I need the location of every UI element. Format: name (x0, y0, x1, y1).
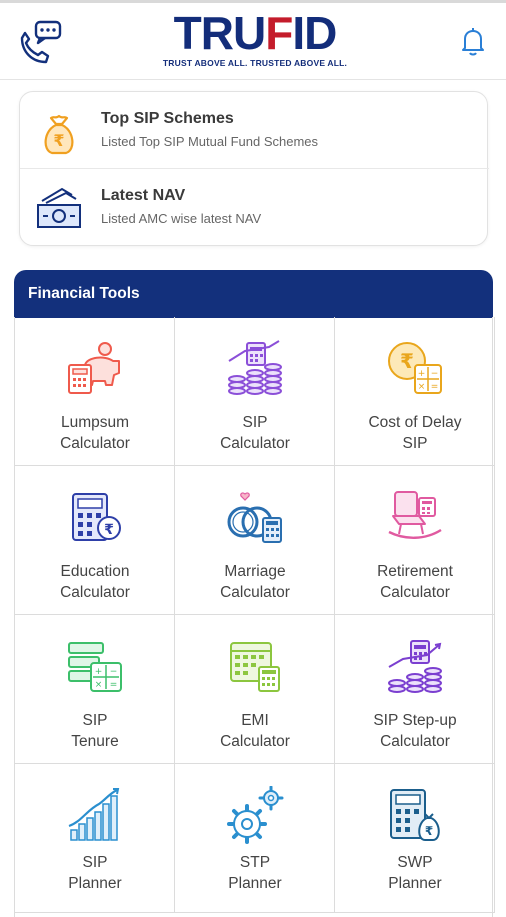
tool-swp-planner[interactable]: ₹ SWP Planner (335, 764, 495, 913)
svg-text:₹: ₹ (425, 824, 433, 838)
quick-link-subtitle: Listed AMC wise latest NAV (101, 211, 262, 226)
gears-icon (227, 786, 284, 844)
tool-sip-planner[interactable]: SIP Planner (15, 764, 175, 913)
rings-calculator-icon (227, 492, 282, 543)
logo-tagline: TRUST ABOVE ALL. TRUSTED ABOVE ALL. (162, 58, 348, 68)
svg-text:×: × (95, 680, 103, 690)
calculator-bag-icon: ₹ (390, 789, 440, 841)
latest-nav-link[interactable]: Latest NAV Listed AMC wise latest NAV (20, 169, 489, 246)
svg-text:₹: ₹ (53, 131, 64, 150)
tool-label: STP Planner (228, 854, 282, 892)
education-calculator-icon: ₹ (72, 493, 121, 541)
svg-text:+: + (418, 369, 426, 379)
rupee-coin-calculator-icon: ₹ + − × = (388, 342, 442, 394)
quick-links-card: ₹ Top SIP Schemes Listed Top SIP Mutual … (19, 91, 489, 246)
tool-label: SIP Tenure (71, 712, 119, 750)
tool-sip-calculator[interactable]: SIP Calculator (175, 317, 335, 466)
emi-calendar-icon (230, 642, 280, 692)
step-up-coins-icon (388, 640, 442, 693)
tool-label: Education Calculator (60, 563, 130, 601)
tool-cost-of-delay-sip[interactable]: ₹ + − × = Cost of Delay SIP (335, 317, 495, 466)
financial-tools-header: Financial Tools (14, 270, 493, 318)
section-title: Financial Tools (28, 285, 140, 302)
tool-sip-step-up-calculator[interactable]: SIP Step-up Calculator (335, 615, 495, 764)
cash-notes-icon (37, 187, 81, 228)
growth-bars-icon (68, 788, 120, 841)
svg-text:₹: ₹ (400, 349, 414, 373)
piggy-bank-calculator-icon (68, 342, 120, 394)
svg-text:−: − (431, 369, 439, 379)
svg-text:=: = (110, 680, 118, 690)
tool-label: Retirement Calculator (377, 563, 453, 601)
tool-lumpsum-calculator[interactable]: Lumpsum Calculator (15, 317, 175, 466)
tool-label: EMI Calculator (220, 712, 290, 750)
svg-text:×: × (418, 382, 426, 392)
tool-stp-planner[interactable]: STP Planner (175, 764, 335, 913)
svg-text:₹: ₹ (104, 522, 114, 538)
tool-label: Marriage Calculator (220, 563, 290, 601)
tool-education-calculator[interactable]: ₹ Education Calculator (15, 466, 175, 615)
tool-label: SIP Planner (68, 854, 122, 892)
tool-label: Cost of Delay SIP (368, 414, 462, 452)
tool-label: Lumpsum Calculator (60, 414, 130, 452)
svg-text:−: − (110, 667, 118, 677)
tool-retirement-calculator[interactable]: Retirement Calculator (335, 466, 495, 615)
tool-marriage-calculator[interactable]: Marriage Calculator (175, 466, 335, 615)
sip-tenure-icon: + − × = (68, 642, 122, 692)
notifications-button[interactable] (456, 24, 490, 58)
status-edge (0, 0, 506, 3)
quick-link-title: Latest NAV (101, 187, 186, 204)
tool-label: SWP Planner (388, 854, 442, 892)
top-bar: TRUFID TRUST ABOVE ALL. TRUSTED ABOVE AL… (0, 0, 506, 80)
svg-text:=: = (431, 382, 439, 392)
coins-calculator-icon (228, 340, 282, 395)
rocking-chair-icon (388, 491, 442, 539)
money-bag-icon: ₹ (44, 114, 74, 155)
tool-label: SIP Step-up Calculator (373, 712, 457, 750)
bell-icon (462, 28, 484, 56)
phone-chat-icon (20, 20, 62, 64)
quick-link-subtitle: Listed Top SIP Mutual Fund Schemes (101, 134, 319, 149)
tool-label: SIP Calculator (220, 414, 290, 452)
svg-text:+: + (95, 667, 103, 677)
call-chat-button[interactable] (16, 18, 64, 66)
trufid-logo: TRUFID TRUST ABOVE ALL. TRUSTED ABOVE AL… (160, 8, 350, 74)
logo-wordmark: TRUFID (173, 7, 338, 59)
quick-link-title: Top SIP Schemes (101, 110, 234, 127)
top-sip-schemes-link[interactable]: ₹ Top SIP Schemes Listed Top SIP Mutual … (20, 92, 489, 169)
financial-tools-grid: Lumpsum Calculator SIP Calculator ₹ + − × … (14, 317, 495, 917)
tool-emi-calculator[interactable]: EMI Calculator (175, 615, 335, 764)
tool-sip-tenure[interactable]: + − × = SIP Tenure (15, 615, 175, 764)
